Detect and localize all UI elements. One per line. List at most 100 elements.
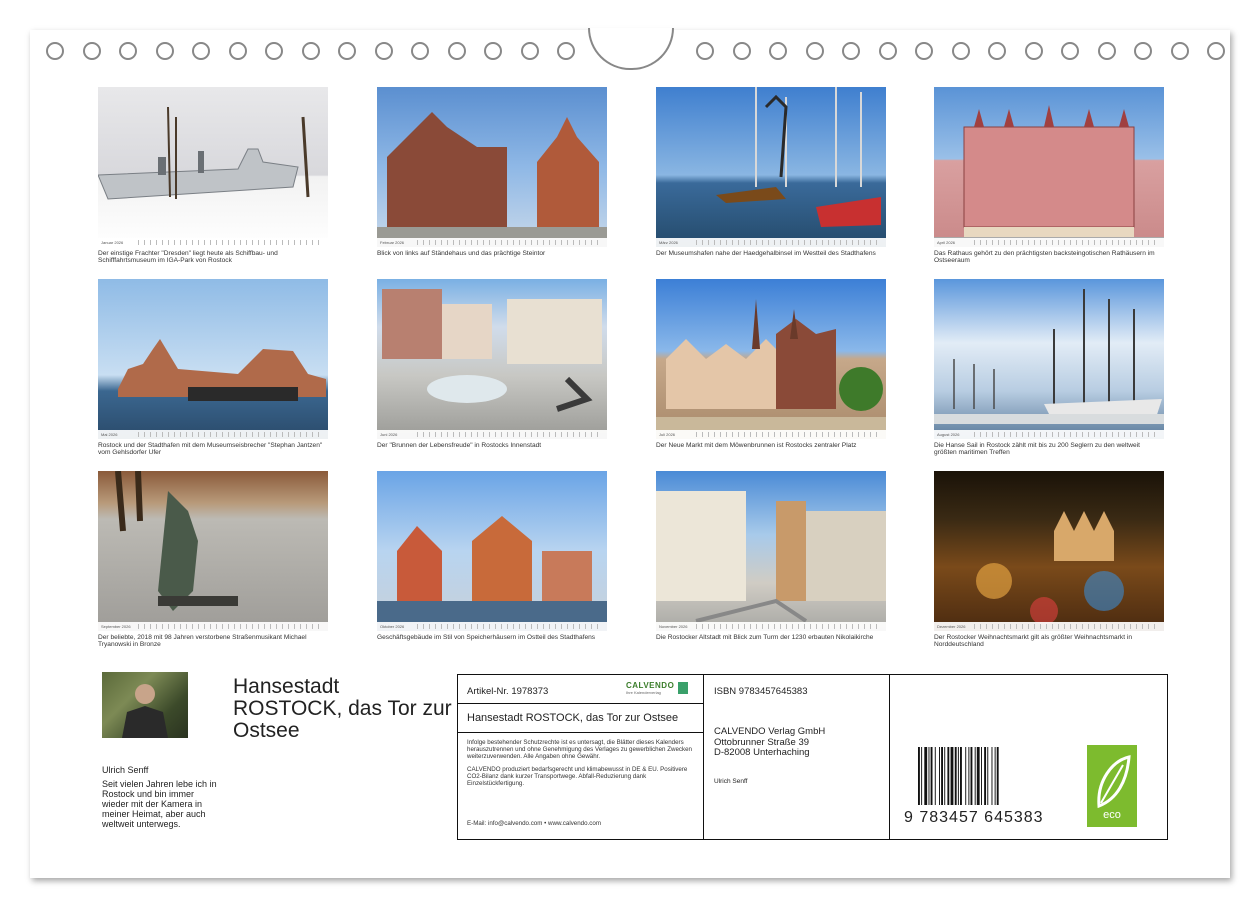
- publisher-address: CALVENDO Verlag GmbH Ottobrunner Straße …: [714, 726, 826, 759]
- calendar-strip: Mai 2026: [98, 430, 328, 439]
- binding-ring: [82, 42, 101, 60]
- calendar-strip: Januar 2026: [98, 238, 328, 247]
- binding-ring: [265, 42, 283, 60]
- binding-ring: [696, 42, 714, 60]
- binding-ring: [1170, 42, 1189, 60]
- calendar-strip: Oktober 2026: [377, 622, 607, 631]
- binding-ring: [1134, 42, 1152, 60]
- legal-paragraph: CALVENDO produziert bedarfsgerecht und k…: [467, 765, 688, 788]
- calendar-back-sheet: Januar 2026 Der einstige Frachter "Dresd…: [30, 28, 1230, 878]
- month-photo: Juni 2026: [377, 279, 607, 439]
- calendar-strip: August 2026: [934, 430, 1164, 439]
- month-caption: Der einstige Frachter "Dresden" liegt he…: [98, 250, 278, 265]
- leaf-icon: [1097, 755, 1131, 809]
- isbn: ISBN 9783457645383: [714, 686, 808, 697]
- binding-ring: [951, 42, 970, 60]
- author-bio: Seit vielen Jahren lebe ich in Rostock u…: [102, 779, 217, 829]
- barcode-icon: [918, 747, 999, 805]
- month-photo: April 2026: [934, 87, 1164, 247]
- month-caption: Die Rostocker Altstadt mit Blick zum Tur…: [656, 634, 874, 641]
- binding-ring: [842, 42, 860, 60]
- publisher-line: D-82008 Unterhaching: [714, 747, 810, 758]
- calendar-title: Hansestadt ROSTOCK, das Tor zur Ostsee: [233, 675, 452, 742]
- month-photo: Juli 2026: [656, 279, 886, 439]
- month-caption: Der "Brunnen der Lebensfreude" in Rostoc…: [377, 442, 542, 449]
- author-name: Ulrich Senff: [102, 765, 149, 775]
- month-tile: November 2026 Die Rostocker Altstadt mit…: [656, 471, 886, 641]
- publisher-column: ISBN 9783457645383 CALVENDO Verlag GmbH …: [704, 675, 890, 839]
- month-photo: Februar 2026: [377, 87, 607, 247]
- binding-ring: [732, 42, 751, 60]
- month-caption: Der Neue Markt mit dem Möwenbrunnen ist …: [656, 442, 857, 449]
- calendar-strip: Juli 2026: [656, 430, 886, 439]
- month-tile: September 2026 Der beliebte, 2018 mit 98…: [98, 471, 328, 649]
- month-caption: Geschäftsgebäude im Stil von Speicherhäu…: [377, 634, 596, 641]
- binding-ring: [119, 42, 137, 60]
- month-caption: Der beliebte, 2018 mit 98 Jahren verstor…: [98, 634, 307, 649]
- calendar-strip: September 2026: [98, 622, 328, 631]
- binding-ring: [915, 42, 933, 60]
- binding-ring: [192, 42, 210, 60]
- author-credit: Ulrich Senff: [714, 778, 748, 785]
- calendar-strip: Juni 2026: [377, 430, 607, 439]
- eco-label: eco: [1103, 809, 1121, 821]
- binding-ring: [557, 42, 575, 60]
- month-photo: Oktober 2026: [377, 471, 607, 631]
- binding-ring: [1207, 42, 1225, 60]
- month-tile: August 2026 Die Hanse Sail in Rostock zä…: [934, 279, 1164, 457]
- article-number: Artikel-Nr. 1978373: [467, 686, 549, 697]
- product-info-box: Artikel-Nr. 1978373 CALVENDO Ihre Kalend…: [457, 674, 1168, 840]
- binding-ring: [374, 42, 393, 60]
- month-caption: Die Hanse Sail in Rostock zählt mit bis …: [934, 442, 1140, 457]
- month-photo: Januar 2026: [98, 87, 328, 247]
- binding-ring: [447, 42, 466, 60]
- binding-ring: [155, 42, 174, 60]
- calvendo-tagline: Ihre Kalenderverlag: [626, 690, 661, 695]
- binding-ring: [301, 42, 320, 60]
- month-photo: August 2026: [934, 279, 1164, 439]
- calvendo-logo: CALVENDO: [626, 681, 675, 690]
- month-tile: Januar 2026 Der einstige Frachter "Dresd…: [98, 87, 328, 265]
- calvendo-flag-icon: [678, 682, 688, 694]
- publisher-line: CALVENDO Verlag GmbH: [714, 726, 826, 737]
- month-photo: Mai 2026: [98, 279, 328, 439]
- binding-ring: [46, 42, 64, 60]
- binding-ring: [805, 42, 824, 60]
- binding-ring: [1097, 42, 1116, 60]
- binding-ring: [228, 42, 247, 60]
- product-column: Artikel-Nr. 1978373 CALVENDO Ihre Kalend…: [458, 675, 704, 839]
- binding-ring: [769, 42, 787, 60]
- eco-badge: eco: [1087, 745, 1137, 827]
- author-photo: [102, 672, 188, 738]
- barcode-column: 9 783457 645383 eco: [890, 675, 1167, 839]
- calendar-strip: Dezember 2026: [934, 622, 1164, 631]
- calendar-strip: März 2026: [656, 238, 886, 247]
- month-caption: Rostock und der Stadthafen mit dem Museu…: [98, 442, 323, 457]
- month-photo: November 2026: [656, 471, 886, 631]
- calendar-strip: November 2026: [656, 622, 886, 631]
- product-title: Hansestadt ROSTOCK, das Tor zur Ostsee: [467, 712, 679, 724]
- barcode-digits: 9 783457 645383: [904, 809, 1044, 826]
- binding-ring: [988, 42, 1006, 60]
- calendar-strip: Februar 2026: [377, 238, 607, 247]
- month-tile: Juli 2026 Der Neue Markt mit dem Möwenbr…: [656, 279, 886, 449]
- binding-ring: [1024, 42, 1043, 60]
- contact-line: E-Mail: info@calvendo.com • www.calvendo…: [467, 820, 601, 827]
- calendar-strip: April 2026: [934, 238, 1164, 247]
- month-photo: Dezember 2026: [934, 471, 1164, 631]
- month-tile: Juni 2026 Der "Brunnen der Lebensfreude"…: [377, 279, 607, 449]
- binding-ring: [484, 42, 502, 60]
- binding-ring: [1061, 42, 1079, 60]
- month-tile: April 2026 Das Rathaus gehört zu den prä…: [934, 87, 1164, 265]
- month-tile: Februar 2026 Blick von links auf Ständeh…: [377, 87, 607, 257]
- month-photo: März 2026: [656, 87, 886, 247]
- month-tile: Mai 2026 Rostock und der Stadthafen mit …: [98, 279, 328, 457]
- binding-ring: [878, 42, 897, 60]
- month-caption: Der Rostocker Weihnachtsmarkt gilt als g…: [934, 634, 1133, 649]
- binding-ring: [411, 42, 429, 60]
- month-tile: Oktober 2026 Geschäftsgebäude im Stil vo…: [377, 471, 607, 641]
- month-tile: März 2026 Der Museumshafen nahe der Haed…: [656, 87, 886, 257]
- month-caption: Der Museumshafen nahe der Haedgehalbinse…: [656, 250, 876, 257]
- legal-text: Infolge bestehender Schutzrechte ist es …: [458, 733, 703, 787]
- binding-ring: [520, 42, 539, 60]
